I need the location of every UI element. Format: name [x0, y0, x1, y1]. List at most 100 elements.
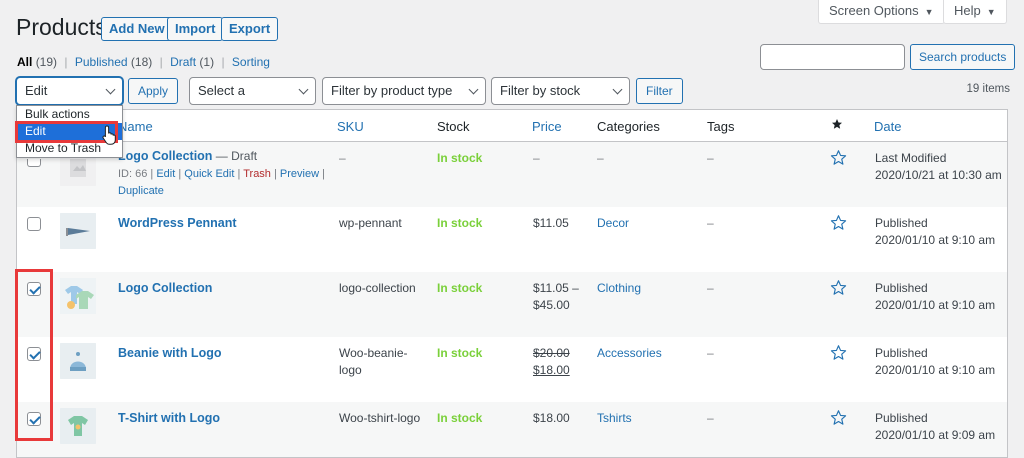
view-sorting[interactable]: Sorting: [232, 55, 270, 69]
view-all[interactable]: All: [17, 55, 32, 69]
caret-down-icon: ▼: [925, 7, 934, 17]
featured-star-icon[interactable]: [830, 279, 847, 296]
tags-cell: –: [707, 280, 714, 297]
action-separator: |: [175, 168, 184, 180]
sku-line-1: Woo-beanie-: [339, 346, 407, 360]
view-published-count: (18): [131, 55, 152, 69]
chevron-down-icon: [299, 85, 309, 95]
column-name[interactable]: Name: [118, 119, 153, 134]
bulk-action-select[interactable]: Edit: [16, 77, 123, 105]
action-separator: |: [271, 168, 280, 180]
apply-button[interactable]: Apply: [128, 78, 178, 104]
add-new-button[interactable]: Add New: [101, 17, 173, 41]
featured-star-icon[interactable]: [830, 214, 847, 231]
price-cell: –: [533, 150, 540, 167]
action-separator: |: [319, 168, 325, 180]
column-tags: Tags: [707, 119, 734, 134]
featured-star-icon[interactable]: [830, 149, 847, 166]
view-draft-count: (1): [199, 55, 214, 69]
draft-label: — Draft: [212, 149, 257, 163]
date-cell: Published 2020/01/10 at 9:09 am: [875, 410, 995, 444]
view-filters: All (19) | Published (18) | Draft (1) | …: [17, 55, 270, 69]
view-published[interactable]: Published: [75, 55, 128, 69]
product-name-cell: Logo Collection — Draft: [118, 148, 257, 165]
table-row: Logo Collection logo-collection In stock…: [17, 272, 1007, 337]
price-cell: $11.05: [533, 215, 569, 232]
product-name-link[interactable]: Logo Collection: [118, 149, 212, 163]
product-thumbnail[interactable]: [60, 213, 96, 249]
price-max: $45.00: [533, 298, 570, 312]
row-checkbox[interactable]: [27, 159, 41, 167]
date-status: Published: [875, 411, 928, 425]
featured-star-icon[interactable]: [830, 344, 847, 361]
product-type-select[interactable]: Filter by product type: [322, 77, 486, 105]
items-count: 19 items: [967, 83, 1010, 95]
screen-options-button[interactable]: Screen Options ▼: [818, 0, 945, 24]
table-row: WordPress Pennant wp-pennant In stock $1…: [17, 207, 1007, 272]
stock-cell: In stock: [437, 280, 482, 297]
date-status: Published: [875, 216, 928, 230]
category-cell: –: [597, 150, 604, 167]
export-button[interactable]: Export: [221, 17, 278, 41]
product-name-link[interactable]: T-Shirt with Logo: [118, 410, 220, 427]
import-button[interactable]: Import: [167, 17, 223, 41]
date-value: 2020/01/10 at 9:09 am: [875, 428, 995, 442]
search-input[interactable]: [760, 44, 905, 70]
date-status: Last Modified: [875, 151, 946, 165]
date-value: 2020/01/10 at 9:10 am: [875, 298, 995, 312]
category-link[interactable]: Tshirts: [597, 410, 632, 427]
category-link[interactable]: Accessories: [597, 345, 662, 362]
screen-options-label: Screen Options: [829, 3, 919, 18]
product-name-link[interactable]: Logo Collection: [118, 280, 212, 297]
help-button[interactable]: Help ▼: [943, 0, 1007, 24]
table-row: T-Shirt with Logo Woo-tshirt-logo In sto…: [17, 402, 1007, 458]
quick-edit-link[interactable]: Quick Edit: [184, 168, 234, 180]
edit-link[interactable]: Edit: [156, 168, 175, 180]
column-date[interactable]: Date: [874, 119, 901, 134]
tags-cell: –: [707, 410, 714, 427]
caret-down-icon: ▼: [987, 7, 996, 17]
row-checkbox[interactable]: [27, 217, 41, 231]
help-label: Help: [954, 3, 981, 18]
category-link[interactable]: Decor: [597, 215, 629, 232]
category-link[interactable]: Clothing: [597, 280, 641, 297]
regular-price: $20.00: [533, 346, 570, 360]
filter-button[interactable]: Filter: [636, 78, 683, 104]
product-id: ID: 66: [118, 168, 147, 180]
date-cell: Published2020/01/10 at 9:10 am: [875, 280, 995, 314]
sku-cell: wp-pennant: [339, 215, 402, 232]
action-separator: |: [147, 168, 156, 180]
bulk-action-value: Edit: [25, 83, 47, 98]
product-thumbnail[interactable]: [60, 408, 96, 444]
product-thumbnail[interactable]: [60, 278, 96, 314]
featured-star-icon[interactable]: [830, 409, 847, 426]
trash-link[interactable]: Trash: [243, 168, 271, 180]
tags-cell: –: [707, 150, 714, 167]
stock-status-select[interactable]: Filter by stock status: [491, 77, 630, 105]
stock-cell: In stock: [437, 215, 482, 232]
view-separator: |: [160, 55, 163, 69]
product-thumbnail[interactable]: [60, 343, 96, 379]
duplicate-link[interactable]: Duplicate: [118, 185, 164, 197]
table-row: Beanie with Logo Woo-beanie-logo In stoc…: [17, 337, 1007, 402]
date-cell: Last Modified 2020/10/21 at 10:30 am: [875, 150, 1002, 184]
product-name-link[interactable]: Beanie with Logo: [118, 345, 221, 362]
sku-cell: Woo-tshirt-logo: [339, 410, 420, 427]
search-products-button[interactable]: Search products: [910, 44, 1015, 70]
price-min: $11.05 –: [533, 281, 579, 295]
sku-cell: –: [339, 150, 346, 167]
column-price[interactable]: Price: [532, 119, 562, 134]
row-actions: ID: 66 | Edit | Quick Edit | Trash | Pre…: [118, 166, 325, 200]
featured-column-icon[interactable]: [831, 118, 843, 133]
date-value: 2020/10/21 at 10:30 am: [875, 168, 1002, 182]
product-name-link[interactable]: WordPress Pennant: [118, 215, 237, 232]
sku-cell: Woo-beanie-logo: [339, 345, 407, 379]
view-draft[interactable]: Draft: [170, 55, 196, 69]
table-row: Logo Collection — Draft ID: 66 | Edit | …: [17, 142, 1007, 207]
page-title: Products: [16, 14, 107, 41]
table-header: Name SKU Stock Price Categories Tags Dat…: [17, 110, 1007, 142]
column-sku[interactable]: SKU: [337, 119, 364, 134]
category-select[interactable]: Select a category: [189, 77, 316, 105]
price-cell: $11.05 – $45.00: [533, 280, 579, 314]
preview-link[interactable]: Preview: [280, 168, 319, 180]
